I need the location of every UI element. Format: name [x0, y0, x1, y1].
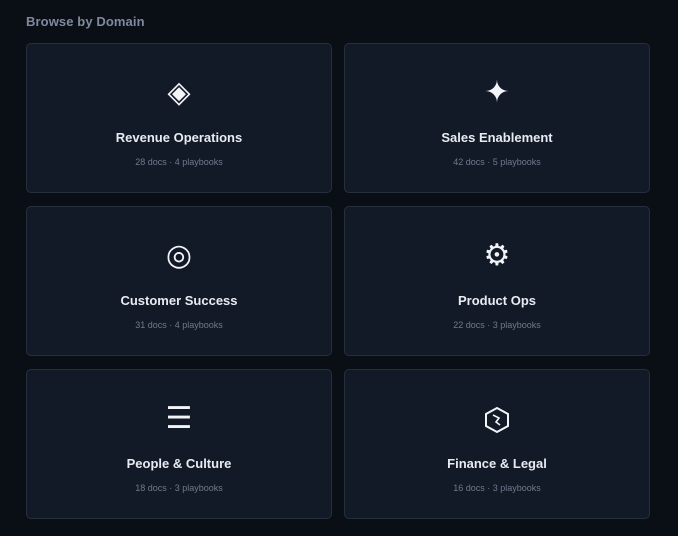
domain-card-people-culture[interactable]: ☰ People & Culture 18 docs · 3 playbooks	[26, 369, 332, 519]
domain-card-revenue-operations[interactable]: ◈ Revenue Operations 28 docs · 4 playboo…	[26, 43, 332, 193]
domain-card-title: People & Culture	[126, 456, 232, 471]
hexagon-icon	[345, 401, 649, 437]
domain-card-customer-success[interactable]: ◎ Customer Success 31 docs · 4 playbooks	[26, 206, 332, 356]
diamond-icon: ◈	[167, 75, 191, 110]
gear-icon: ⚙	[483, 238, 511, 273]
domain-card-meta: 18 docs · 3 playbooks	[135, 483, 223, 493]
menu-lines-icon: ☰	[165, 401, 193, 436]
domain-card-title: Revenue Operations	[115, 130, 243, 145]
section-title: Browse by Domain	[26, 14, 145, 29]
domain-card-title: Customer Success	[120, 293, 238, 308]
domain-card-title: Sales Enablement	[441, 130, 553, 145]
domain-card-finance-legal[interactable]: Finance & Legal 16 docs · 3 playbooks	[344, 369, 650, 519]
domain-card-meta: 16 docs · 3 playbooks	[453, 483, 541, 493]
domain-card-meta: 42 docs · 5 playbooks	[453, 157, 541, 167]
target-icon: ◎	[165, 238, 193, 273]
domain-card-title: Product Ops	[457, 293, 536, 308]
domain-card-meta: 22 docs · 3 playbooks	[453, 320, 541, 330]
sparkle-icon: ✦	[484, 75, 510, 110]
domain-card-sales-enablement[interactable]: ✦ Sales Enablement 42 docs · 5 playbooks	[344, 43, 650, 193]
domain-card-meta: 31 docs · 4 playbooks	[135, 320, 223, 330]
domain-card-meta: 28 docs · 4 playbooks	[135, 157, 223, 167]
domain-card-product-ops[interactable]: ⚙ Product Ops 22 docs · 3 playbooks	[344, 206, 650, 356]
domain-card-title: Finance & Legal	[447, 456, 547, 471]
domain-grid: ◈ Revenue Operations 28 docs · 4 playboo…	[26, 43, 650, 519]
